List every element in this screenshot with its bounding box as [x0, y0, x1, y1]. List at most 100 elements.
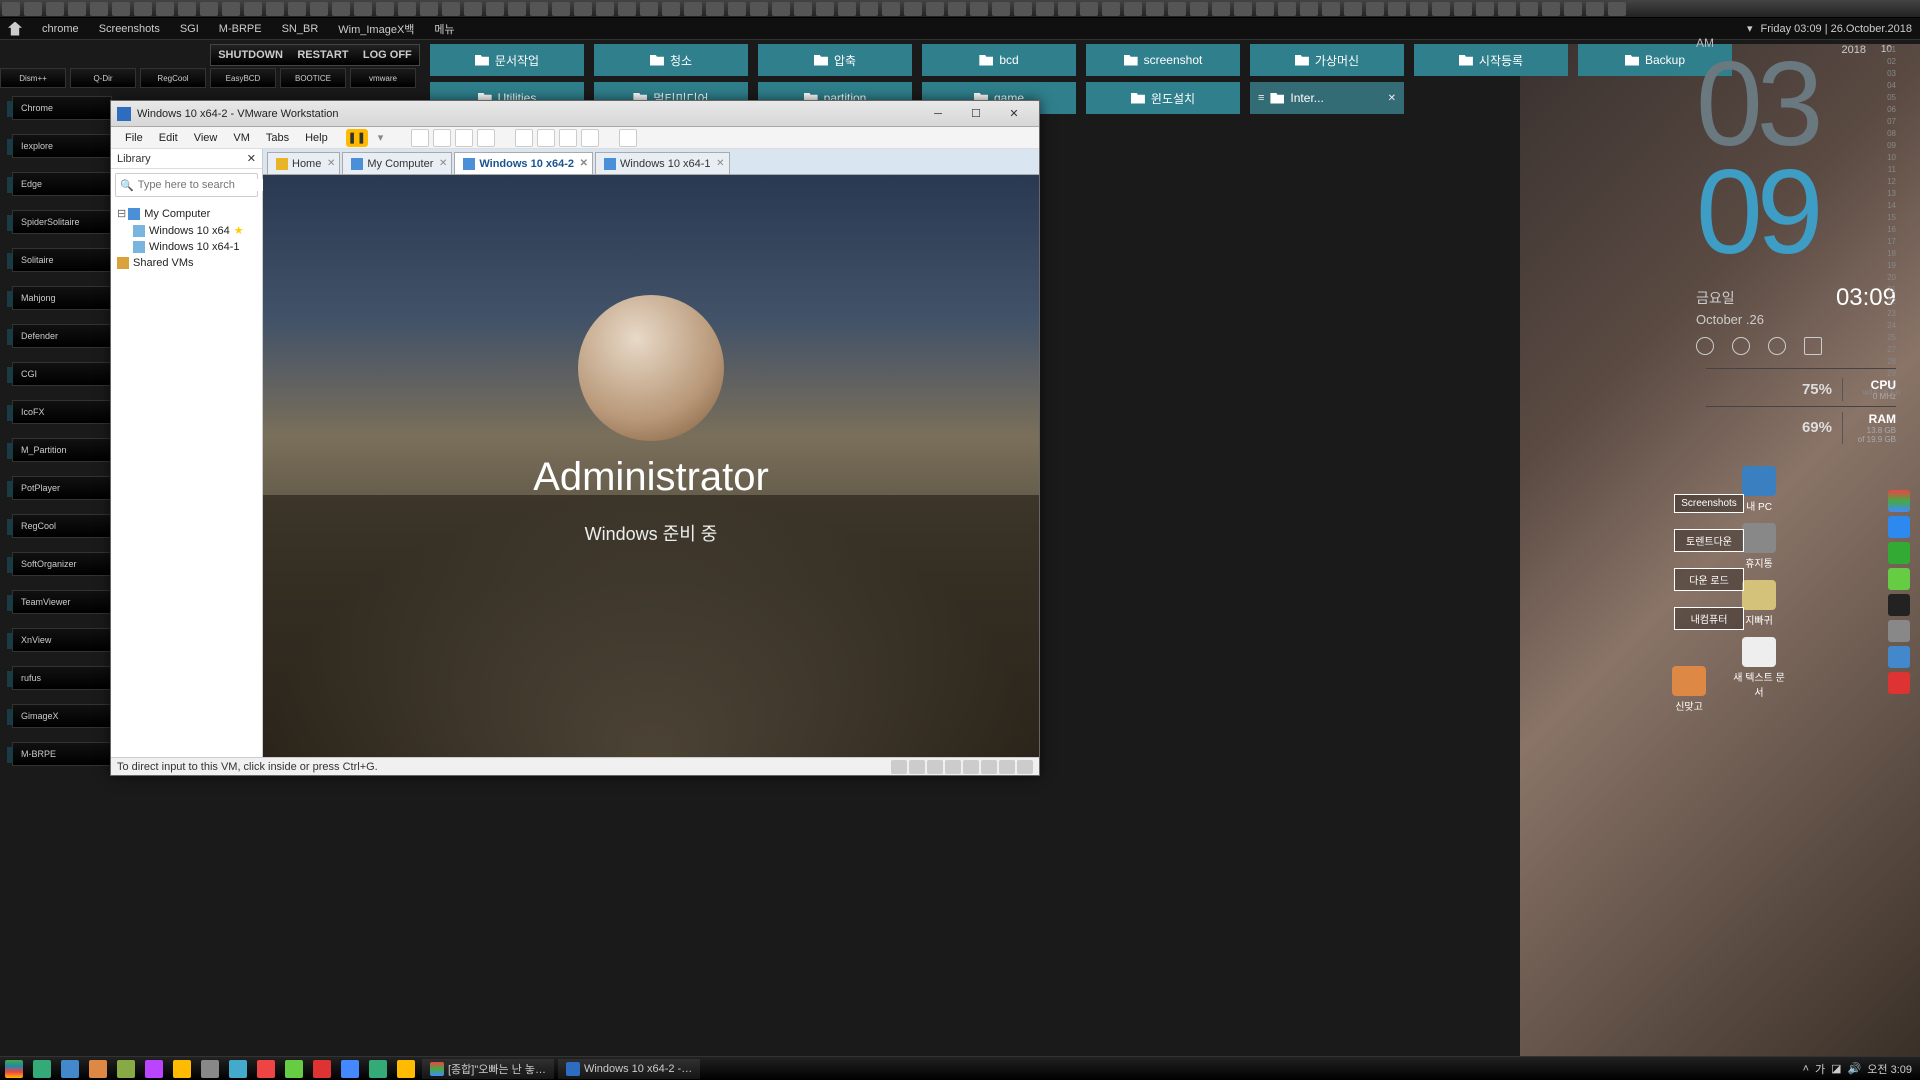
mini-launcher[interactable]: RegCool [140, 68, 206, 88]
desktop-shortcut-label[interactable]: 내컴퓨터 [1674, 607, 1744, 630]
toolbar-btn-6[interactable] [537, 129, 555, 147]
top-app-icon[interactable] [728, 2, 746, 16]
sidebar-item[interactable]: SpiderSolitaire [12, 210, 112, 234]
tree-vm2[interactable]: Windows 10 x64-1 [113, 239, 260, 255]
top-app-icon[interactable] [1410, 2, 1428, 16]
menu-menu[interactable]: 메뉴 [424, 21, 464, 37]
close-button[interactable]: ✕ [995, 104, 1033, 124]
sidebar-item[interactable]: Solitaire [12, 248, 112, 272]
sidebar-item[interactable]: M-BRPE [12, 742, 112, 766]
toolbar-btn-2[interactable] [433, 129, 451, 147]
menu-sgi[interactable]: SGI [170, 23, 209, 35]
taskbar-icon[interactable] [313, 1060, 331, 1078]
top-app-icon[interactable] [156, 2, 174, 16]
top-app-icon[interactable] [1256, 2, 1274, 16]
sidebar-item[interactable]: Mahjong [12, 286, 112, 310]
folder-tile[interactable]: 시작등록 [1414, 44, 1568, 76]
vm-menu-help[interactable]: Help [297, 132, 336, 144]
tray-time[interactable]: 오전 3:09 [1867, 1061, 1912, 1077]
desktop-shortcut-label[interactable]: 토렌트다운 [1674, 529, 1744, 552]
maximize-button[interactable]: ☐ [957, 104, 995, 124]
top-app-icon[interactable] [1520, 2, 1538, 16]
top-app-icon[interactable] [46, 2, 64, 16]
top-app-icon[interactable] [882, 2, 900, 16]
top-app-icon[interactable] [706, 2, 724, 16]
toolbar-btn-7[interactable] [559, 129, 577, 147]
top-app-icon[interactable] [684, 2, 702, 16]
mini-launcher[interactable]: Dism++ [0, 68, 66, 88]
top-app-icon[interactable] [1102, 2, 1120, 16]
menu-snbr[interactable]: SN_BR [272, 23, 329, 35]
taskbar-icon[interactable] [285, 1060, 303, 1078]
top-app-icon[interactable] [926, 2, 944, 16]
taskbar-icon[interactable] [117, 1060, 135, 1078]
library-close-icon[interactable]: ✕ [247, 152, 256, 165]
play-dropdown-icon[interactable]: ▾ [370, 131, 392, 144]
pause-button[interactable]: ❚❚ [346, 129, 368, 147]
mini-launcher[interactable]: Q-Dir [70, 68, 136, 88]
top-app-icon[interactable] [1146, 2, 1164, 16]
top-app-icon[interactable] [310, 2, 328, 16]
top-app-icon[interactable] [1080, 2, 1098, 16]
tree-mycomputer[interactable]: ⊟My Computer [113, 205, 260, 222]
power-icon[interactable] [1696, 337, 1714, 355]
top-app-icon[interactable] [222, 2, 240, 16]
mini-launcher[interactable]: vmware [350, 68, 416, 88]
sidebar-item[interactable]: Defender [12, 324, 112, 348]
top-app-icon[interactable] [266, 2, 284, 16]
rstrip-app5-icon[interactable] [1888, 646, 1910, 668]
restart-icon[interactable] [1732, 337, 1750, 355]
tab-mycomputer[interactable]: My Computer✕ [342, 152, 452, 174]
top-app-icon[interactable] [508, 2, 526, 16]
system-tray[interactable]: ˄ 가 ◪ 🔊 오전 3:09 [1803, 1061, 1920, 1077]
top-app-icon[interactable] [1190, 2, 1208, 16]
taskbar-icon[interactable] [33, 1060, 51, 1078]
top-app-icon[interactable] [1014, 2, 1032, 16]
folder-tile[interactable]: 압축 [758, 44, 912, 76]
rstrip-app6-icon[interactable] [1888, 672, 1910, 694]
desktop-shortcut-label[interactable]: 다운 로드 [1674, 568, 1744, 591]
folder-tab-active[interactable]: ≡Inter...✕ [1250, 82, 1404, 114]
top-app-icon[interactable] [1322, 2, 1340, 16]
top-app-icon[interactable] [640, 2, 658, 16]
taskbar-icon[interactable] [173, 1060, 191, 1078]
top-app-icon[interactable] [68, 2, 86, 16]
mini-launcher[interactable]: BOOTICE [280, 68, 346, 88]
tree-shared[interactable]: Shared VMs [113, 255, 260, 271]
vm-menu-tabs[interactable]: Tabs [258, 132, 297, 144]
desktop-icon[interactable]: 신맞고 [1660, 666, 1718, 713]
tray-net-icon[interactable]: ◪ [1831, 1062, 1841, 1075]
top-app-icon[interactable] [420, 2, 438, 16]
top-app-icon[interactable] [1498, 2, 1516, 16]
top-app-icon[interactable] [1586, 2, 1604, 16]
desktop-shortcut-label[interactable]: Screenshots [1674, 494, 1744, 513]
toolbar-btn-9[interactable] [619, 129, 637, 147]
top-app-icon[interactable] [904, 2, 922, 16]
minimize-button[interactable]: ─ [919, 104, 957, 124]
top-app-icon[interactable] [618, 2, 636, 16]
vm-titlebar[interactable]: Windows 10 x64-2 - VMware Workstation ─ … [111, 101, 1039, 127]
tray-vol-icon[interactable]: 🔊 [1848, 1062, 1862, 1075]
tray-chevron-icon[interactable]: ˄ [1803, 1063, 1809, 1075]
vm-guest-screen[interactable]: Administrator Windows 준비 중 [263, 175, 1039, 757]
top-app-icon[interactable] [838, 2, 856, 16]
top-app-icon[interactable] [1454, 2, 1472, 16]
top-app-icon[interactable] [970, 2, 988, 16]
rstrip-chrome-icon[interactable] [1888, 490, 1910, 512]
top-app-icon[interactable] [1388, 2, 1406, 16]
rstrip-app3-icon[interactable] [1888, 594, 1910, 616]
rstrip-app1-icon[interactable] [1888, 542, 1910, 564]
logoff-button[interactable]: LOG OFF [363, 49, 412, 61]
sidebar-item[interactable]: M_Partition [12, 438, 112, 462]
top-app-icon[interactable] [574, 2, 592, 16]
top-app-icon[interactable] [288, 2, 306, 16]
folder-tile[interactable]: bcd [922, 44, 1076, 76]
top-app-icon[interactable] [1564, 2, 1582, 16]
taskbar-icon[interactable] [257, 1060, 275, 1078]
sidebar-item[interactable]: PotPlayer [12, 476, 112, 500]
folder-tile[interactable]: 가상머신 [1250, 44, 1404, 76]
sidebar-item[interactable]: TeamViewer [12, 590, 112, 614]
top-app-icon[interactable] [1608, 2, 1626, 16]
top-app-icon[interactable] [134, 2, 152, 16]
top-app-icon[interactable] [332, 2, 350, 16]
